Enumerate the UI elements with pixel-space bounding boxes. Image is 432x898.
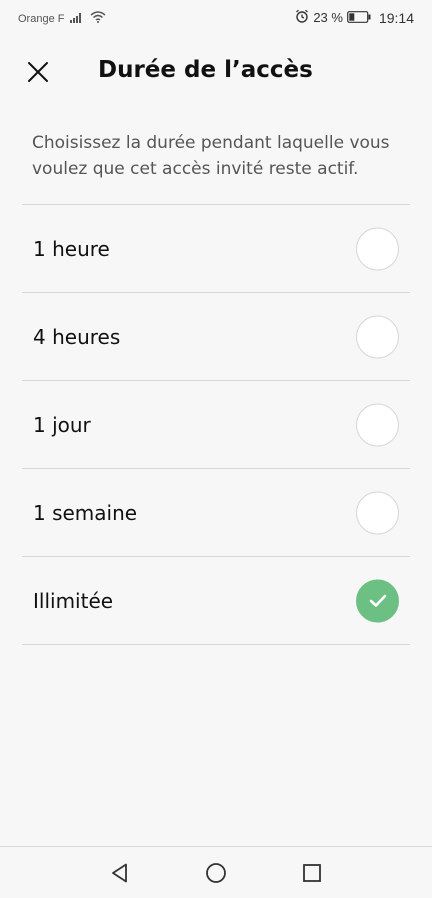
page-title: Durée de l’accès xyxy=(98,57,313,83)
back-icon xyxy=(112,863,127,883)
option-label: Illimitée xyxy=(33,588,114,613)
radio-button[interactable] xyxy=(356,403,399,446)
signal-icon xyxy=(70,12,84,26)
radio-button[interactable] xyxy=(356,315,399,358)
back-button[interactable] xyxy=(106,859,134,887)
battery-icon xyxy=(347,10,371,26)
description-text: Choisissez la durée pendant laquelle vou… xyxy=(32,133,390,179)
screen: Orange F 23 % 19:14 Durée de l’accès Cho… xyxy=(0,0,432,898)
close-icon xyxy=(28,62,48,82)
check-icon xyxy=(369,594,386,607)
status-bar: Orange F 23 % 19:14 xyxy=(0,0,432,34)
home-icon xyxy=(206,863,226,883)
radio-button[interactable] xyxy=(356,227,399,270)
option-1-jour[interactable]: 1 jour xyxy=(22,381,410,469)
battery-percent: 23 % xyxy=(313,10,343,25)
radio-button-selected[interactable] xyxy=(356,579,399,622)
close-button[interactable] xyxy=(22,56,54,88)
status-right: 23 % 19:14 xyxy=(295,9,414,26)
option-label: 1 heure xyxy=(33,236,110,261)
recent-apps-icon xyxy=(303,864,321,882)
home-button[interactable] xyxy=(202,859,230,887)
option-illimitee[interactable]: Illimitée xyxy=(22,557,410,645)
status-time: 19:14 xyxy=(378,9,414,26)
option-label: 4 heures xyxy=(33,324,121,349)
app-header: Durée de l’accès xyxy=(0,40,432,104)
alarm-icon xyxy=(295,9,309,26)
option-label: 1 jour xyxy=(33,412,91,437)
system-nav-bar xyxy=(0,846,432,898)
option-1-semaine[interactable]: 1 semaine xyxy=(22,469,410,557)
option-1-heure[interactable]: 1 heure xyxy=(22,205,410,293)
option-label: 1 semaine xyxy=(33,500,138,525)
wifi-icon xyxy=(90,11,106,26)
option-4-heures[interactable]: 4 heures xyxy=(22,293,410,381)
radio-button[interactable] xyxy=(356,491,399,534)
status-left: Orange F xyxy=(18,11,106,26)
duration-options-list: 1 heure 4 heures 1 jour 1 semaine Illimi… xyxy=(22,205,410,645)
carrier-label: Orange F xyxy=(18,12,65,25)
recent-apps-button[interactable] xyxy=(298,859,326,887)
